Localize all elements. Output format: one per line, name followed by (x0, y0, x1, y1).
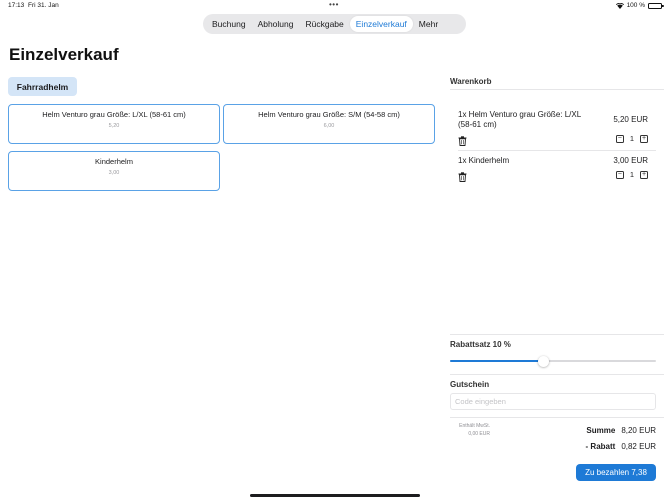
cart-item-name: 1x Helm Venturo grau Größe: L/XL (58-61 … (458, 110, 581, 129)
divider (450, 334, 664, 335)
product-price: 6,00 (323, 123, 335, 129)
divider (450, 89, 664, 90)
decrease-button[interactable]: − (615, 170, 624, 179)
divider (450, 374, 664, 375)
sum-label: Summe (586, 426, 616, 435)
divider (458, 150, 656, 151)
quantity-value: 1 (629, 134, 634, 143)
decrease-button[interactable]: − (615, 134, 624, 143)
product-card-helm-lxl[interactable]: Helm Venturo grau Größe: L/XL (58-61 cm)… (8, 104, 220, 144)
product-card-helm-sm[interactable]: Helm Venturo grau Größe: S/M (54-58 cm) … (223, 104, 435, 144)
status-time: 17:13 (8, 2, 25, 9)
page-title: Einzelverkauf (9, 45, 119, 64)
discount-row: - Rabatt 0,82 EUR (586, 442, 656, 451)
vat-info: Enthält MwSt. 0,00 EUR (450, 422, 490, 438)
discount-sum-value: 0,82 EUR (621, 442, 656, 451)
sum-row: Summe 8,20 EUR (586, 426, 656, 435)
product-price: 3,00 (108, 170, 120, 176)
product-name: Kinderhelm (95, 157, 133, 166)
slider-fill (450, 360, 543, 362)
cart-title: Warenkorb (450, 77, 492, 86)
tab-mehr[interactable]: Mehr (413, 16, 444, 32)
vat-label: Enthält MwSt. (459, 423, 490, 429)
product-price: 5,20 (108, 123, 120, 129)
cart-item: 1x Kinderhelm 3,00 EUR − 1 + (458, 156, 648, 182)
vat-value: 0,00 EUR (468, 431, 490, 437)
discount-sum-label: - Rabatt (585, 442, 616, 451)
increase-button[interactable]: + (640, 170, 648, 179)
multitasking-dots-icon[interactable]: ••• (329, 0, 339, 9)
product-name: Helm Venturo grau Größe: S/M (54-58 cm) (258, 110, 400, 119)
divider (450, 417, 664, 418)
battery-percent: 100 % (626, 2, 645, 9)
slider-thumb[interactable] (537, 356, 549, 367)
quantity-stepper: − 1 + (615, 134, 648, 143)
tab-buchung[interactable]: Buchung (206, 16, 252, 32)
voucher-code-input[interactable] (450, 393, 656, 410)
discount-slider[interactable] (450, 356, 656, 367)
wifi-icon (615, 2, 624, 9)
increase-button[interactable]: + (640, 134, 648, 143)
sum-value: 8,20 EUR (621, 426, 656, 435)
battery-icon (648, 2, 664, 9)
cart-item-price: 3,00 EUR (613, 156, 648, 165)
cart-item-price: 5,20 EUR (613, 115, 648, 124)
status-right: 100 % (615, 2, 664, 9)
discount-label: Rabattsatz 10 % (450, 340, 511, 349)
cart-item: 1x Helm Venturo grau Größe: L/XL (58-61 … (458, 110, 648, 146)
product-name: Helm Venturo grau Größe: L/XL (58-61 cm) (42, 110, 186, 119)
quantity-stepper: − 1 + (615, 170, 648, 179)
trash-icon[interactable] (458, 169, 467, 182)
tab-abholung[interactable]: Abholung (252, 16, 300, 32)
quantity-value: 1 (629, 170, 634, 179)
trash-icon[interactable] (458, 133, 467, 146)
pay-button[interactable]: Zu bezahlen 7,38 (576, 464, 656, 481)
tab-rueckgabe[interactable]: Rückgabe (299, 16, 349, 32)
status-bar: 17:13 Fri 31. Jan ••• 100 % (0, 0, 670, 12)
home-indicator (250, 494, 420, 497)
cart-panel: Warenkorb 1x Helm Venturo grau Größe: L/… (444, 70, 670, 502)
category-chip-fahrradhelm[interactable]: Fahrradhelm (8, 77, 77, 96)
cart-item-name: 1x Kinderhelm (458, 156, 510, 165)
product-card-kinderhelm[interactable]: Kinderhelm 3,00 (8, 151, 220, 191)
status-date: Fri 31. Jan (28, 2, 59, 9)
top-tab-bar: Buchung Abholung Rückgabe Einzelverkauf … (203, 14, 466, 34)
voucher-label: Gutschein (450, 380, 490, 389)
tab-einzelverkauf[interactable]: Einzelverkauf (349, 16, 413, 32)
